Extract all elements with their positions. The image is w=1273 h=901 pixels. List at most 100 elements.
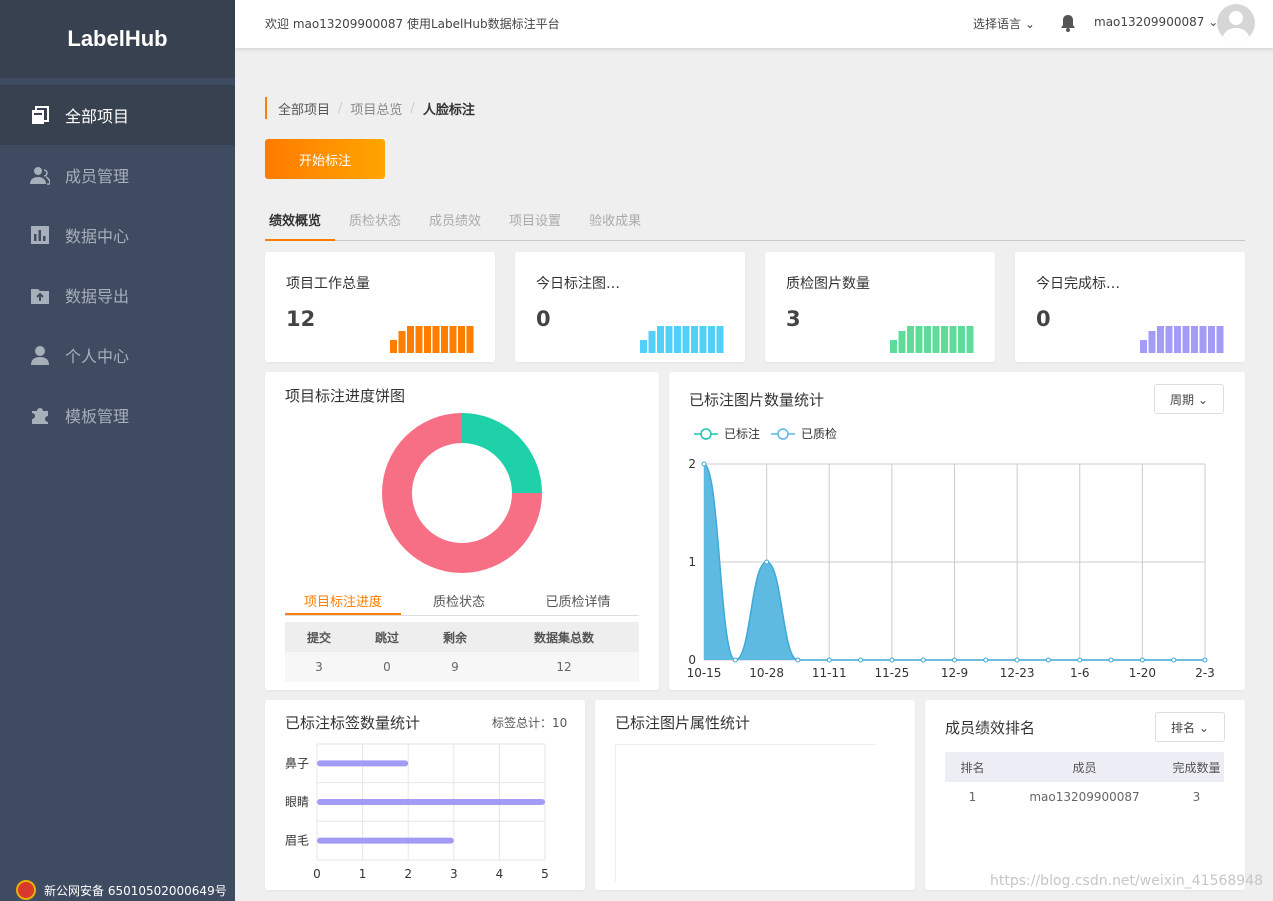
- breadcrumb-item[interactable]: 项目总览: [350, 99, 402, 118]
- subtab-qc-detail[interactable]: 已质检详情: [517, 586, 639, 615]
- legend-label: 已标注: [724, 426, 760, 441]
- x-tick-label: 11-25: [874, 666, 909, 680]
- spark-bar: [1165, 326, 1173, 353]
- x-tick-label: 12-23: [1000, 666, 1035, 680]
- spark-bar: [915, 326, 923, 353]
- breadcrumb: 全部项目 / 项目总览 / 人脸标注: [265, 97, 475, 119]
- spark-bar: [1199, 326, 1207, 353]
- sidebar-item-all-projects[interactable]: 全部项目: [0, 85, 235, 145]
- export-icon: [29, 284, 51, 306]
- spark-bar: [674, 326, 681, 353]
- tab-performance[interactable]: 绩效概览: [265, 203, 336, 241]
- start-annotation-button[interactable]: 开始标注: [265, 139, 385, 179]
- stat-card: 项目工作总量 12: [265, 252, 495, 362]
- ranking-table: 排名 成员 完成数量 1 mao13209900087 3: [945, 752, 1224, 812]
- sidebar-item-members[interactable]: 成员管理: [0, 145, 235, 205]
- member-cell: mao13209900087: [1029, 790, 1140, 804]
- stat-card: 今日完成标… 0: [1015, 252, 1245, 362]
- spark-bar: [665, 326, 673, 353]
- spark-bar: [924, 326, 931, 353]
- data-point: [764, 559, 770, 565]
- police-emblem-icon: [16, 880, 36, 900]
- spark-bar: [949, 326, 957, 353]
- watermark: https://blog.csdn.net/weixin_41568948: [990, 873, 1264, 889]
- data-point: [1045, 657, 1051, 663]
- breadcrumb-current: 人脸标注: [422, 102, 475, 118]
- username: mao13209900087: [1094, 15, 1205, 29]
- y-tick-label: 眉毛: [285, 834, 309, 848]
- ranking-title: 成员绩效排名: [945, 719, 1036, 737]
- sidebar: LabelHub 全部项目 成员管理 数据中心 数据导出 个人中心 模板管理 新…: [0, 0, 235, 901]
- y-tick-label: 2: [688, 457, 696, 471]
- tab-member-performance[interactable]: 成员绩效: [425, 203, 495, 241]
- data-point: [952, 657, 957, 663]
- legend-marker: [700, 428, 712, 440]
- sidebar-item-profile[interactable]: 个人中心: [0, 325, 235, 385]
- tab-acceptance[interactable]: 验收成果: [585, 203, 655, 241]
- tab-project-settings[interactable]: 项目设置: [505, 203, 575, 241]
- column-header: 数据集总数: [489, 622, 639, 652]
- data-point: [1014, 657, 1020, 663]
- data-point: [1108, 657, 1114, 663]
- progress-card: 项目标注进度饼图 项目标注进度 质检状态 已质检详情 提交 跳过 剩余 数据集总…: [265, 372, 659, 690]
- y-tick-label: 鼻子: [285, 755, 309, 770]
- y-tick-label: 眼睛: [285, 795, 309, 809]
- legend-label: 已质检: [801, 426, 837, 441]
- table-cell: 3: [315, 660, 323, 674]
- spark-bar: [424, 326, 431, 353]
- spark-bar: [441, 326, 448, 353]
- tags-card: 已标注标签数量统计 标签总计：10 0 1 2 3 4 5 鼻子 眼睛 眉毛: [265, 700, 585, 890]
- stat-title: 项目工作总量: [286, 276, 370, 292]
- data-point: [701, 461, 707, 467]
- spark-bar: [449, 326, 457, 353]
- beian-record[interactable]: 新公网安备 65010502000649号: [16, 880, 227, 900]
- bell-icon[interactable]: [1060, 14, 1076, 32]
- table-cell: 12: [556, 660, 572, 674]
- spark-bar: [415, 326, 423, 353]
- spark-bar: [1174, 326, 1181, 353]
- spark-bar: [657, 326, 664, 353]
- subtab-qc-status[interactable]: 质检状态: [401, 586, 517, 615]
- spark-bar: [958, 326, 965, 353]
- subtab-progress[interactable]: 项目标注进度: [285, 586, 401, 615]
- projects-icon: [29, 104, 51, 126]
- spark-bar: [466, 326, 474, 353]
- spark-bar: [640, 340, 647, 353]
- stat-card: 质检图片数量 3: [765, 252, 995, 362]
- top-bar: 欢迎 mao13209900087 使用LabelHub数据标注平台 选择语言 …: [235, 0, 1273, 48]
- user-menu[interactable]: mao13209900087 ⌄: [1094, 15, 1218, 29]
- chevron-down-icon: ⌄: [1198, 720, 1209, 735]
- spark-bar: [682, 326, 690, 353]
- spark-bar: [898, 331, 906, 353]
- table-row: 3 0 9 12: [285, 652, 639, 682]
- puzzle-icon: [29, 404, 51, 426]
- x-tick-label: 1-6: [1070, 666, 1090, 680]
- language-select[interactable]: 选择语言 ⌄: [973, 15, 1035, 32]
- sidebar-item-data-center[interactable]: 数据中心: [0, 205, 235, 265]
- count-cell: 3: [1192, 790, 1201, 804]
- tab-qc-status[interactable]: 质检状态: [345, 203, 415, 241]
- data-point: [983, 657, 989, 663]
- spark-bar: [407, 326, 414, 353]
- sidebar-item-data-export[interactable]: 数据导出: [0, 265, 235, 325]
- x-tick-label: 1-20: [1129, 666, 1156, 680]
- y-tick-label: 1: [688, 555, 696, 569]
- stat-value: 3: [786, 307, 801, 331]
- attrs-card: 已标注图片属性统计: [595, 700, 915, 890]
- spark-bar: [966, 326, 974, 353]
- y-tick-label: 0: [688, 653, 696, 667]
- legend-marker: [777, 428, 789, 440]
- spark-bar: [1191, 326, 1198, 353]
- x-tick-label: 5: [541, 867, 549, 881]
- avatar[interactable]: [1217, 4, 1255, 42]
- stat-value: 0: [536, 307, 551, 331]
- sidebar-item-templates[interactable]: 模板管理: [0, 385, 235, 445]
- sort-dropdown[interactable]: 排名 ⌄: [1155, 712, 1225, 742]
- column-header: 成员: [1000, 752, 1169, 782]
- breadcrumb-item[interactable]: 全部项目: [278, 99, 330, 118]
- trend-card: 已标注图片数量统计 周期 ⌄ 0 1 2 10-15 10-28 11-11 11-25 12…: [669, 372, 1245, 690]
- spark-bar: [1208, 326, 1215, 353]
- x-tick-label: 2-3: [1195, 666, 1215, 680]
- user-icon: [29, 344, 51, 366]
- spark-bar: [932, 326, 940, 353]
